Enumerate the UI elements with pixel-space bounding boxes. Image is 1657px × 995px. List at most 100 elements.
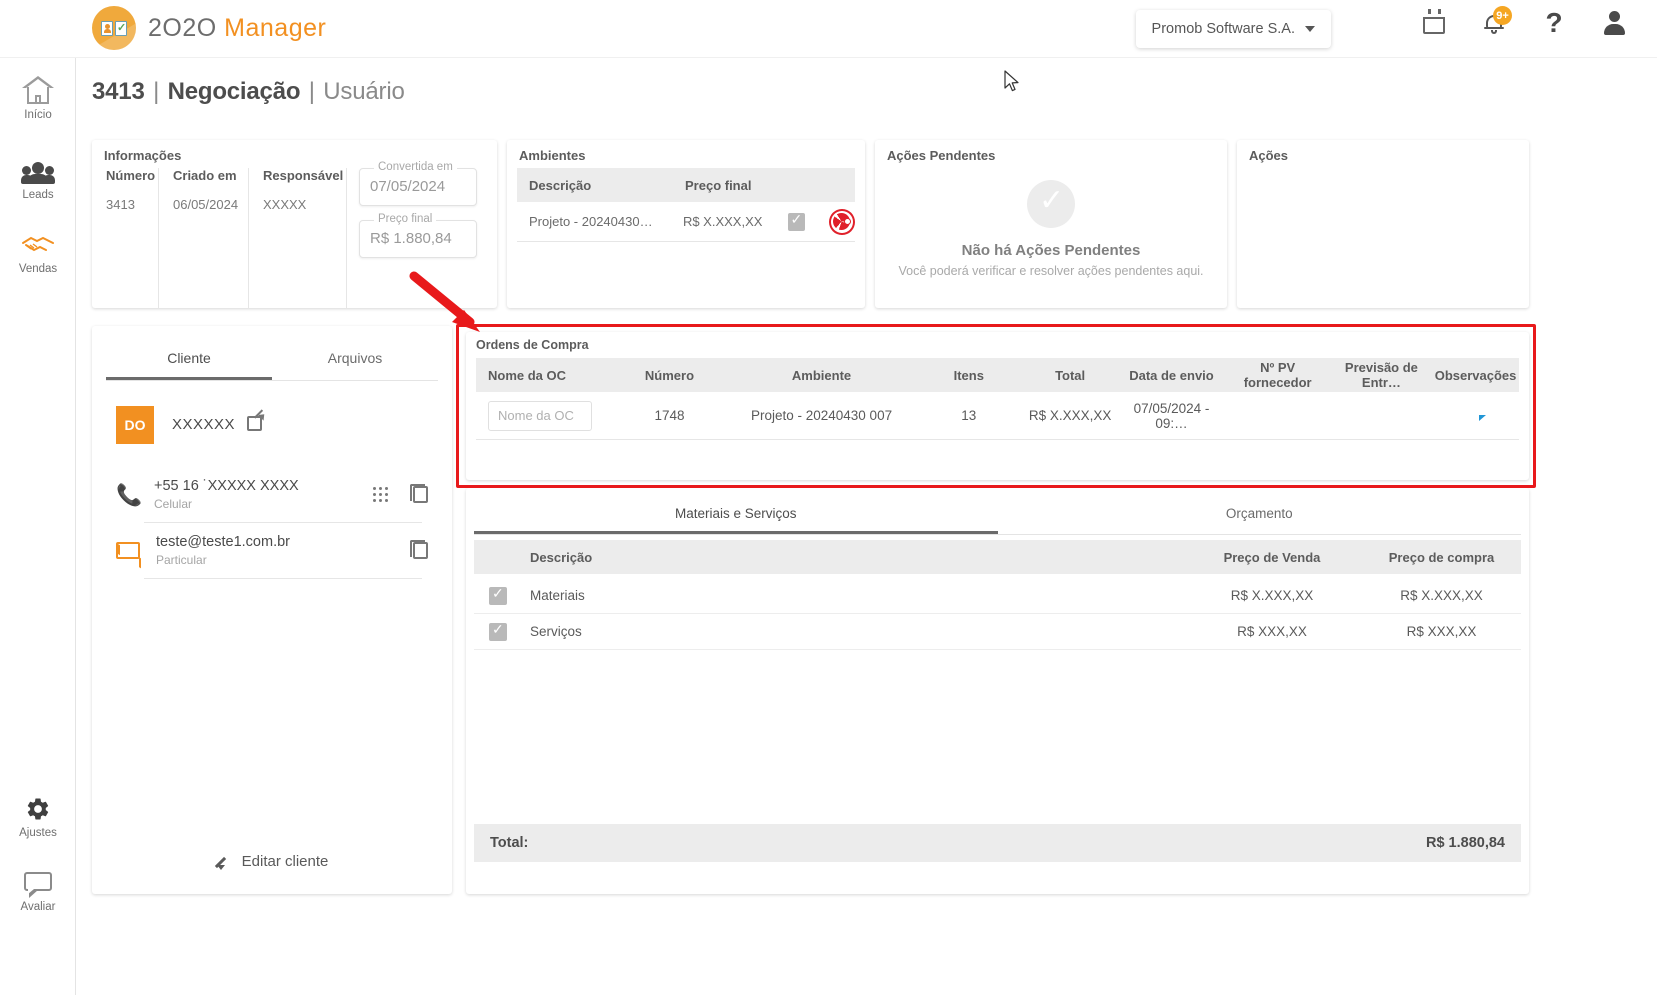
divider bbox=[144, 522, 422, 523]
acoes-title: Ações bbox=[1249, 148, 1288, 163]
cell-preco: R$ X.XXX,XX bbox=[683, 214, 788, 229]
home-icon bbox=[22, 74, 54, 104]
page-title-separator: | bbox=[153, 78, 159, 105]
open-external-icon[interactable] bbox=[247, 416, 262, 431]
cell-descricao: Projeto - 20240430… bbox=[517, 214, 683, 229]
sidebar-item-label: Início bbox=[24, 109, 52, 121]
people-icon bbox=[21, 154, 55, 184]
table-row[interactable]: Materiais R$ X.XXX,XX R$ X.XXX,XX bbox=[474, 578, 1521, 614]
logo-text-manager: Manager bbox=[224, 14, 326, 42]
calendar-icon[interactable] bbox=[1421, 8, 1447, 38]
logo-checklist-card-icon bbox=[115, 21, 127, 36]
field-label: Preço final bbox=[374, 213, 436, 225]
col-header: Número bbox=[106, 168, 158, 183]
materiais-table-header: Descrição Preço de Venda Preço de compra bbox=[474, 540, 1521, 574]
cliente-phone-row: 📞 +55 16 ˙XXXXX XXXX Celular bbox=[116, 478, 428, 511]
sidebar-item-leads[interactable]: Leads bbox=[0, 154, 76, 201]
page-title: 3413 | Negociação | Usuário bbox=[92, 78, 405, 106]
mouse-cursor bbox=[1004, 70, 1020, 94]
informacoes-col-numero: Número 3413 bbox=[92, 168, 158, 308]
copy-icon[interactable] bbox=[413, 486, 428, 503]
tab-arquivos[interactable]: Arquivos bbox=[272, 338, 438, 380]
ambientes-title: Ambientes bbox=[519, 148, 585, 163]
informacoes-col-responsavel: Responsável XXXXX bbox=[248, 168, 346, 308]
sidebar-item-label: Ajustes bbox=[19, 827, 57, 839]
bell-icon[interactable]: 9+ bbox=[1481, 8, 1507, 38]
chevron-down-icon bbox=[1305, 26, 1315, 32]
app-header: 2O2O Manager Promob Software S.A. 9+ ? bbox=[0, 0, 1657, 58]
page-title-separator-2: | bbox=[309, 78, 315, 105]
cliente-phone-value: +55 16 ˙XXXXX XXXX bbox=[154, 478, 299, 494]
col-value: XXXXX bbox=[263, 197, 346, 212]
cell-itens: 13 bbox=[916, 408, 1022, 423]
materiais-servicos-panel: Materiais e Serviços Orçamento Descrição… bbox=[466, 488, 1529, 894]
company-selector-label: Promob Software S.A. bbox=[1152, 21, 1295, 37]
cell-descricao: Materiais bbox=[522, 588, 1182, 603]
cell-preco-de-compra: R$ XXX,XX bbox=[1362, 624, 1521, 639]
sidebar-item-vendas[interactable]: Vendas bbox=[0, 228, 76, 275]
column-header-total: Total bbox=[1022, 368, 1119, 383]
field-value: 07/05/2024 bbox=[370, 178, 445, 195]
column-header-observacoes: Observações bbox=[1432, 368, 1519, 383]
row-checkbox[interactable] bbox=[489, 587, 507, 605]
row-checkbox[interactable] bbox=[489, 623, 507, 641]
empty-state-subtitle: Você poderá verificar e resolver ações p… bbox=[875, 264, 1227, 278]
col-header: Criado em bbox=[173, 168, 248, 183]
convertida-em-field: Convertida em 07/05/2024 bbox=[359, 168, 477, 206]
profile-icon[interactable] bbox=[1601, 8, 1627, 38]
cliente-name-wrap: XXXXXX bbox=[172, 416, 262, 434]
ordens-de-compra-title: Ordens de Compra bbox=[476, 338, 589, 352]
preco-final-field: Preço final R$ 1.880,84 bbox=[359, 220, 477, 258]
cliente-email-type: Particular bbox=[156, 553, 290, 567]
total-value: R$ 1.880,84 bbox=[1426, 835, 1505, 851]
table-row[interactable]: Serviços R$ XXX,XX R$ XXX,XX bbox=[474, 614, 1521, 650]
tab-cliente[interactable]: Cliente bbox=[106, 338, 272, 380]
chat-bubble-icon bbox=[24, 866, 52, 896]
palette-icon[interactable] bbox=[829, 209, 855, 235]
col-value: 06/05/2024 bbox=[173, 197, 248, 212]
ordens-de-compra-panel: Ordens de Compra Nome da OC Número Ambie… bbox=[466, 332, 1529, 480]
phone-text-group: +55 16 ˙XXXXX XXXX Celular bbox=[154, 478, 299, 511]
edit-cliente-button[interactable]: Editar cliente bbox=[92, 853, 452, 870]
nome-da-oc-input[interactable] bbox=[488, 401, 592, 431]
total-label: Total: bbox=[490, 835, 528, 851]
acoes-card: Ações bbox=[1237, 140, 1529, 308]
notification-count-badge: 9+ bbox=[1493, 6, 1512, 25]
dialpad-icon[interactable] bbox=[373, 487, 389, 503]
copy-icon[interactable] bbox=[413, 542, 428, 559]
column-header-numero: Número bbox=[612, 368, 728, 383]
table-row[interactable]: 1748 Projeto - 20240430 007 13 R$ X.XXX,… bbox=[476, 392, 1519, 440]
cliente-email-row: teste@teste1.com.br Particular bbox=[116, 534, 428, 567]
ambientes-card: Ambientes Descrição Preço final Projeto … bbox=[507, 140, 865, 308]
acoes-pendentes-card: Ações Pendentes Não há Ações Pendentes V… bbox=[875, 140, 1227, 308]
column-header-descricao: Descrição bbox=[522, 550, 1182, 565]
logo-text: 2O2O Manager bbox=[148, 14, 326, 43]
row-checkbox[interactable] bbox=[788, 213, 806, 231]
check-circle-icon bbox=[1027, 180, 1075, 228]
sidebar-item-label: Avaliar bbox=[21, 901, 56, 913]
sidebar-item-ajustes[interactable]: Ajustes bbox=[0, 792, 76, 839]
cell-preco-de-compra: R$ X.XXX,XX bbox=[1362, 588, 1521, 603]
cell-preco-de-venda: R$ XXX,XX bbox=[1182, 624, 1362, 639]
avatar: DO bbox=[116, 406, 154, 444]
help-icon[interactable]: ? bbox=[1541, 8, 1567, 38]
sidebar-item-avaliar[interactable]: Avaliar bbox=[0, 866, 76, 913]
cell-preco-de-venda: R$ X.XXX,XX bbox=[1182, 588, 1362, 603]
company-selector[interactable]: Promob Software S.A. bbox=[1136, 10, 1331, 48]
cell-nome-da-oc bbox=[476, 401, 612, 431]
cell-checkbox bbox=[474, 587, 522, 605]
cliente-name: XXXXXX bbox=[172, 416, 235, 433]
tab-materiais-e-servicos[interactable]: Materiais e Serviços bbox=[474, 494, 998, 534]
materiais-total-footer: Total: R$ 1.880,84 bbox=[474, 824, 1521, 862]
logo-text-2020: 2O2O bbox=[148, 14, 217, 42]
cell-data-de-envio: 07/05/2024 - 09:… bbox=[1118, 401, 1224, 431]
empty-state-title: Não há Ações Pendentes bbox=[875, 242, 1227, 259]
table-row[interactable]: Projeto - 20240430… R$ X.XXX,XX bbox=[517, 202, 855, 242]
column-header-ambiente: Ambiente bbox=[727, 368, 915, 383]
tab-orcamento[interactable]: Orçamento bbox=[998, 494, 1522, 534]
sidebar-item-inicio[interactable]: Início bbox=[0, 74, 76, 121]
help-glyph: ? bbox=[1545, 9, 1562, 37]
column-header-pv-fornecedor: Nº PV fornecedor bbox=[1225, 360, 1331, 390]
edit-cliente-label: Editar cliente bbox=[242, 853, 329, 870]
app-logo[interactable]: 2O2O Manager bbox=[92, 6, 326, 50]
